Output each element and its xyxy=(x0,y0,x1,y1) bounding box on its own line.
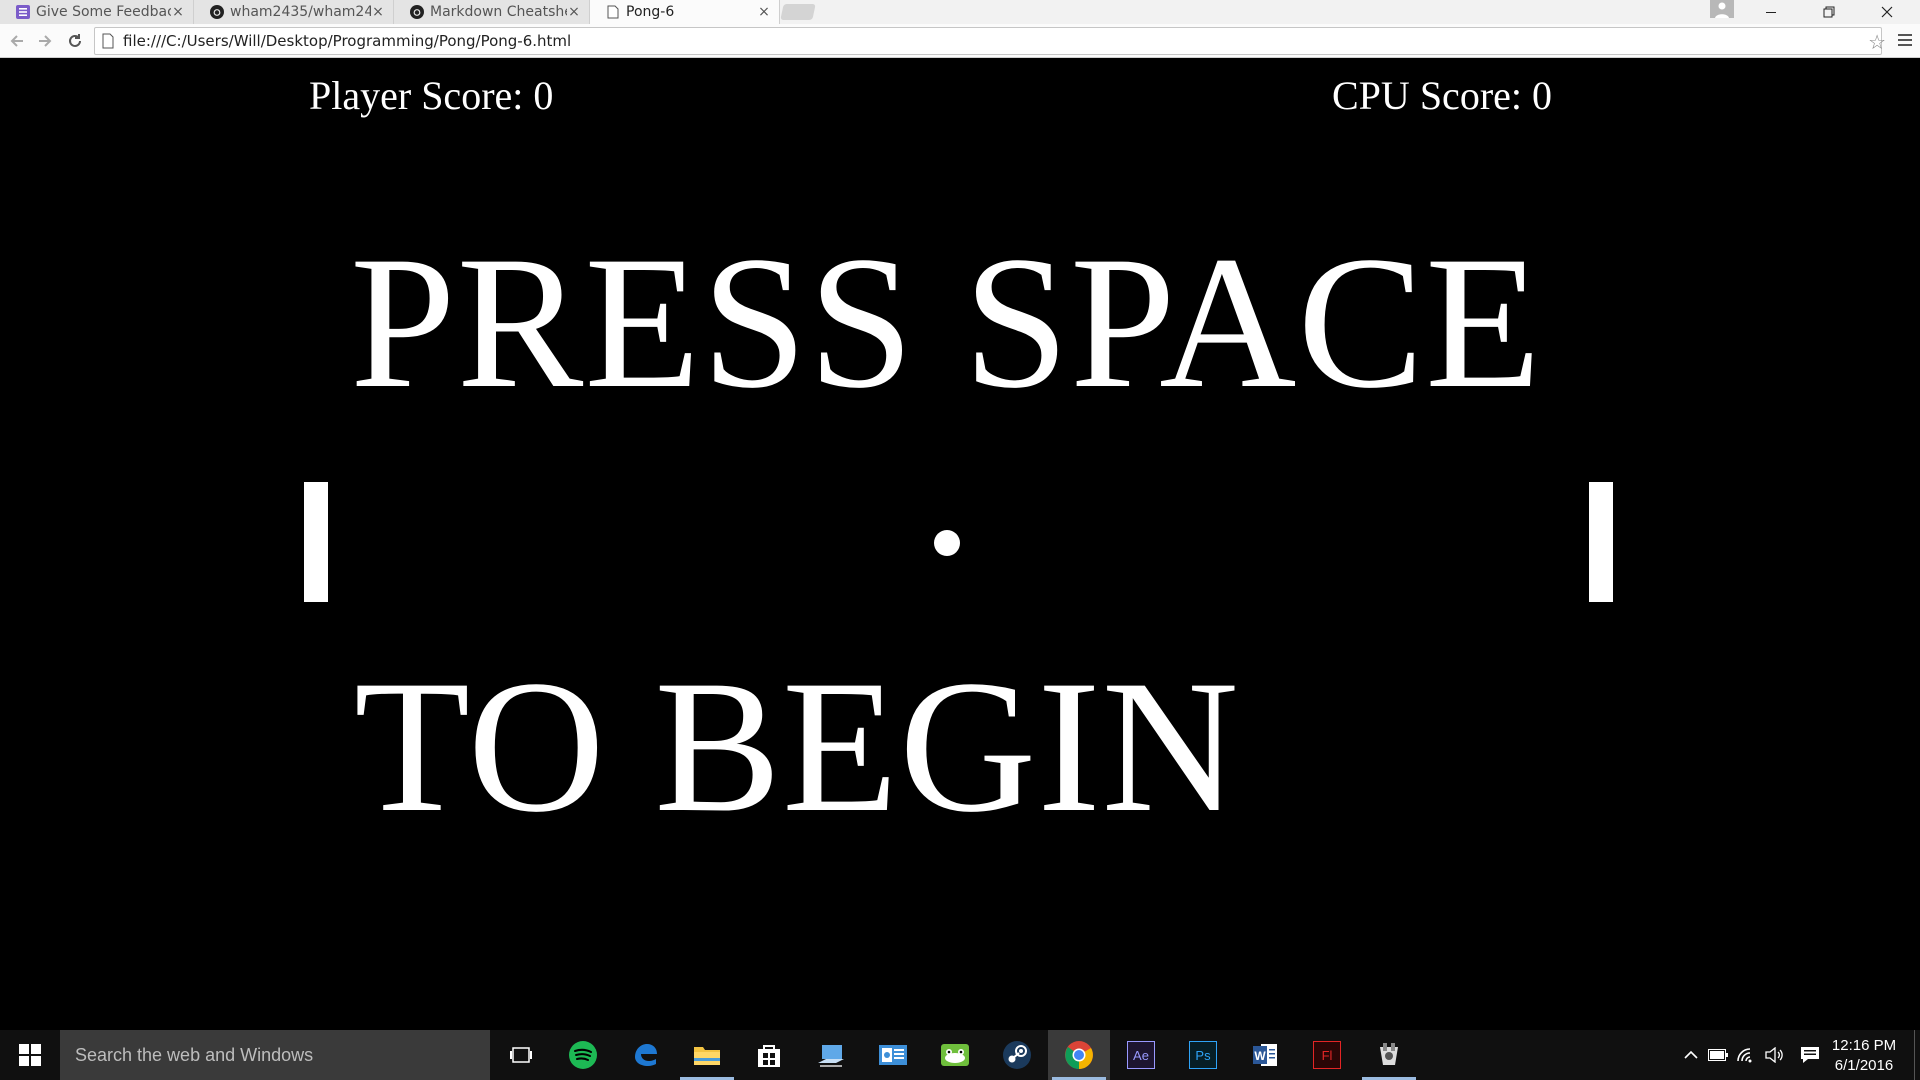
back-icon[interactable] xyxy=(6,30,28,52)
action-center-icon[interactable] xyxy=(1798,1030,1822,1080)
close-tab-icon[interactable]: × xyxy=(567,4,581,20)
task-view-icon[interactable] xyxy=(490,1030,552,1080)
github-icon xyxy=(210,5,224,19)
after-effects-icon[interactable]: Ae xyxy=(1110,1030,1172,1080)
player-paddle xyxy=(304,482,328,602)
edge-icon[interactable] xyxy=(614,1030,676,1080)
tray-chevron-up-icon[interactable] xyxy=(1680,1030,1702,1080)
clock-time: 12:16 PM xyxy=(1831,1037,1897,1054)
after-effects-label: Ae xyxy=(1133,1048,1149,1063)
bookmark-star-icon[interactable]: ☆ xyxy=(1868,30,1886,54)
show-desktop-button[interactable] xyxy=(1914,1030,1920,1080)
tab-label: wham2435/wham24 xyxy=(230,4,371,20)
user-profile-icon[interactable] xyxy=(1710,0,1734,18)
game-app-icon[interactable] xyxy=(1358,1030,1420,1080)
flash-label: Fl xyxy=(1322,1048,1333,1063)
player-score: Player Score: 0 xyxy=(309,73,554,118)
press-space-message: PRESS SPACE xyxy=(350,218,1543,428)
new-tab-button[interactable] xyxy=(780,4,816,20)
chrome-menu-icon[interactable] xyxy=(1898,31,1912,49)
word-label: W xyxy=(1254,1049,1266,1063)
windows-taskbar: Search the web and Windows Ae Ps W Fl 12… xyxy=(0,1030,1920,1080)
close-tab-icon[interactable]: × xyxy=(371,4,385,20)
page-icon xyxy=(102,33,114,49)
browser-tab-strip: Give Some Feedback × wham2435/wham24 × M… xyxy=(0,0,1920,24)
chrome-icon[interactable] xyxy=(1048,1030,1110,1080)
tab-label: Give Some Feedback xyxy=(36,4,171,20)
file-explorer-icon[interactable] xyxy=(676,1030,738,1080)
wifi-icon[interactable] xyxy=(1734,1030,1758,1080)
forward-icon[interactable] xyxy=(34,30,56,52)
restore-icon[interactable] xyxy=(1806,0,1852,24)
spotify-icon[interactable] xyxy=(552,1030,614,1080)
tab-markdown-cheatsheet[interactable]: Markdown Cheatshe × xyxy=(394,0,590,24)
tab-github-repo[interactable]: wham2435/wham24 × xyxy=(194,0,394,24)
steam-icon[interactable] xyxy=(986,1030,1048,1080)
close-tab-icon[interactable]: × xyxy=(171,4,185,20)
outlook-icon[interactable] xyxy=(862,1030,924,1080)
page-icon xyxy=(606,5,620,19)
address-bar[interactable]: file:///C:/Users/Will/Desktop/Programmin… xyxy=(94,27,1882,55)
volume-icon[interactable] xyxy=(1762,1030,1786,1080)
minimize-icon[interactable] xyxy=(1748,0,1794,24)
cpu-paddle xyxy=(1589,482,1613,602)
to-begin-message: TO BEGIN xyxy=(354,642,1240,852)
taskbar-search-input[interactable]: Search the web and Windows xyxy=(60,1030,490,1080)
flash-icon[interactable]: Fl xyxy=(1296,1030,1358,1080)
tab-give-some-feedback[interactable]: Give Some Feedback × xyxy=(0,0,194,24)
frog-app-icon[interactable] xyxy=(924,1030,986,1080)
store-icon[interactable] xyxy=(738,1030,800,1080)
taskbar-clock[interactable]: 12:16 PM 6/1/2016 xyxy=(1824,1036,1904,1076)
url-text: file:///C:/Users/Will/Desktop/Programmin… xyxy=(123,32,572,50)
windows-start-icon[interactable] xyxy=(0,1030,60,1080)
pong-game-canvas[interactable]: Player Score: 0 CPU Score: 0 PRESS SPACE… xyxy=(0,58,1920,1030)
photoshop-label: Ps xyxy=(1195,1048,1211,1063)
tab-label: Markdown Cheatshe xyxy=(430,4,567,20)
form-icon xyxy=(16,5,30,19)
tab-label: Pong-6 xyxy=(626,4,675,20)
github-icon xyxy=(410,5,424,19)
close-window-icon[interactable] xyxy=(1864,0,1910,24)
ball xyxy=(934,530,960,556)
close-tab-icon[interactable]: × xyxy=(757,4,771,20)
cpu-score: CPU Score: 0 xyxy=(1332,73,1552,118)
word-icon[interactable]: W xyxy=(1234,1030,1296,1080)
browser-toolbar: file:///C:/Users/Will/Desktop/Programmin… xyxy=(0,24,1920,58)
battery-icon[interactable] xyxy=(1706,1030,1730,1080)
reload-icon[interactable] xyxy=(64,30,86,52)
remote-desktop-icon[interactable] xyxy=(800,1030,862,1080)
tab-pong-6[interactable]: Pong-6 × xyxy=(590,0,780,24)
photoshop-icon[interactable]: Ps xyxy=(1172,1030,1234,1080)
clock-date: 6/1/2016 xyxy=(1834,1057,1894,1074)
